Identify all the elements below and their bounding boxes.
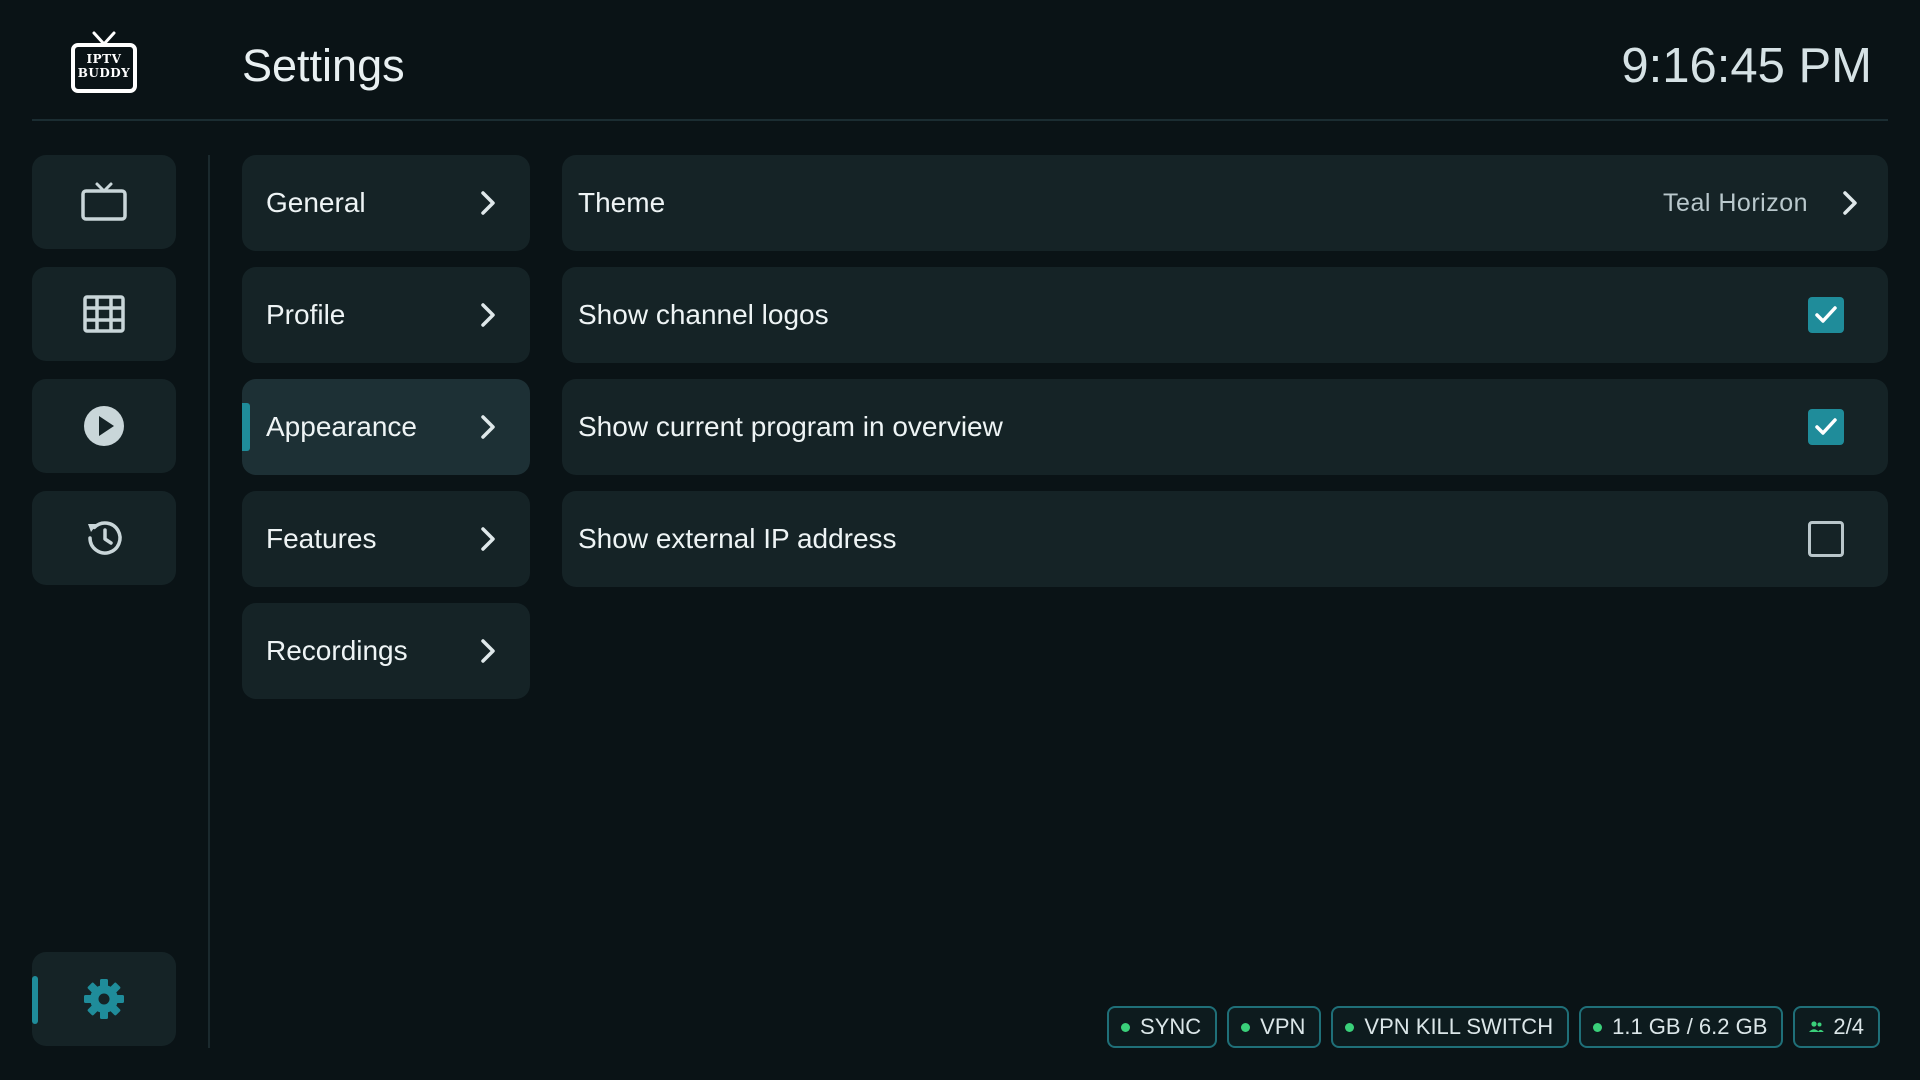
status-text: 1.1 GB / 6.2 GB	[1612, 1014, 1768, 1039]
setting-label: Show current program in overview	[578, 411, 1003, 442]
category-label: Appearance	[266, 411, 418, 442]
category-appearance[interactable]: Appearance	[242, 379, 530, 475]
status-chip-sync: SYNC	[1107, 1006, 1218, 1048]
status-text: VPN	[1260, 1014, 1306, 1039]
setting-show-external-ip[interactable]: Show external IP address	[562, 491, 1888, 587]
category-label: General	[266, 187, 366, 218]
setting-label: Show channel logos	[578, 299, 829, 330]
users-icon	[1809, 1021, 1824, 1032]
history-icon	[88, 521, 122, 555]
status-text: 2/4	[1833, 1014, 1864, 1039]
page-title: Settings	[242, 40, 405, 91]
status-dot	[1593, 1022, 1603, 1032]
checkbox-checked[interactable]	[1808, 409, 1844, 445]
rail-item-settings[interactable]	[32, 952, 176, 1046]
rail-item-live-tv[interactable]	[32, 155, 176, 249]
setting-show-channel-logos[interactable]: Show channel logos	[562, 267, 1888, 363]
rail-item-vod[interactable]	[32, 379, 176, 473]
status-chip-storage: 1.1 GB / 6.2 GB	[1579, 1006, 1784, 1048]
setting-label: Show external IP address	[578, 523, 897, 554]
status-text: VPN KILL SWITCH	[1364, 1014, 1554, 1039]
status-dot	[1241, 1022, 1251, 1032]
category-features[interactable]: Features	[242, 491, 530, 587]
grid-guide-icon	[83, 295, 125, 333]
status-chip-users: 2/4	[1793, 1006, 1880, 1048]
checkbox-checked[interactable]	[1808, 297, 1844, 333]
chevron-right-icon	[474, 299, 502, 331]
category-label: Profile	[266, 299, 346, 330]
clock: 9:16:45 PM	[1621, 39, 1872, 93]
status-dot	[1121, 1022, 1131, 1032]
category-profile[interactable]: Profile	[242, 267, 530, 363]
check-icon	[1815, 418, 1837, 435]
rail-item-guide[interactable]	[32, 267, 176, 361]
check-icon	[1815, 306, 1837, 323]
logo-text-line2: BUDDY	[77, 66, 131, 80]
status-text: SYNC	[1140, 1014, 1202, 1039]
chevron-right-icon	[474, 187, 502, 219]
status-bar: SYNC VPN VPN KILL SWITCH 1.1 GB / 6.2 GB…	[1107, 1006, 1880, 1048]
gear-icon	[84, 979, 124, 1019]
chevron-right-icon	[474, 411, 502, 443]
app-logo: IPTV BUDDY	[70, 30, 138, 98]
status-chip-vpn: VPN	[1227, 1006, 1322, 1048]
rail-divider	[208, 155, 210, 1048]
chevron-right-icon	[474, 635, 502, 667]
category-general[interactable]: General	[242, 155, 530, 251]
logo-text: IPTV BUDDY	[74, 52, 134, 80]
category-recordings[interactable]: Recordings	[242, 603, 530, 699]
checkbox-unchecked[interactable]	[1808, 521, 1844, 557]
setting-label: Theme	[578, 187, 666, 218]
logo-text-line1: IPTV	[86, 52, 122, 66]
status-dot	[1345, 1022, 1355, 1032]
rail-item-history[interactable]	[32, 491, 176, 585]
category-label: Recordings	[266, 635, 408, 666]
status-chip-vpn-kill-switch: VPN KILL SWITCH	[1331, 1006, 1570, 1048]
tv-icon	[81, 182, 127, 221]
setting-show-current-program[interactable]: Show current program in overview	[562, 379, 1888, 475]
category-active-indicator	[242, 403, 250, 451]
header: IPTV BUDDY Settings 9:16:45 PM	[32, 0, 1888, 121]
category-label: Features	[266, 523, 377, 554]
rail-active-indicator	[32, 976, 38, 1024]
settings-screen: IPTV BUDDY Settings 9:16:45 PM General P…	[0, 0, 1920, 1080]
setting-theme[interactable]: Theme Teal Horizon	[562, 155, 1888, 251]
chevron-right-icon	[474, 523, 502, 555]
setting-value: Teal Horizon	[1663, 189, 1808, 217]
play-circle-icon	[84, 406, 124, 446]
chevron-right-icon	[1836, 187, 1864, 219]
